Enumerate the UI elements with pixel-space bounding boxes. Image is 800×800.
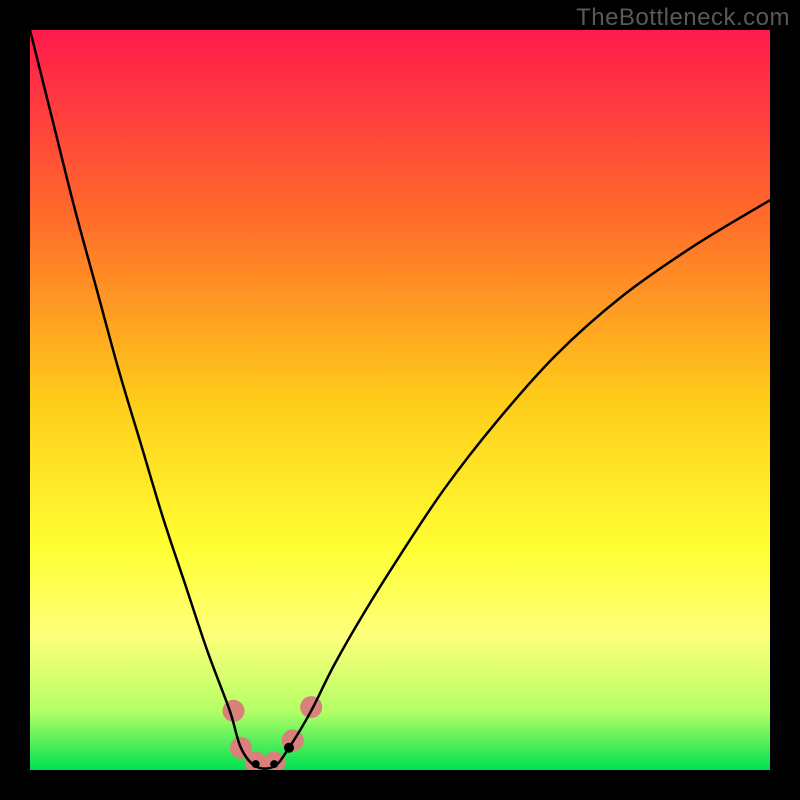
curve-black-dot — [284, 743, 294, 753]
curve-black-dot — [252, 760, 260, 768]
curve-marker — [300, 696, 322, 718]
curve-black-dot — [270, 760, 278, 768]
bottleneck-chart — [30, 30, 770, 770]
watermark: TheBottleneck.com — [576, 4, 790, 32]
plot-background — [30, 30, 770, 770]
